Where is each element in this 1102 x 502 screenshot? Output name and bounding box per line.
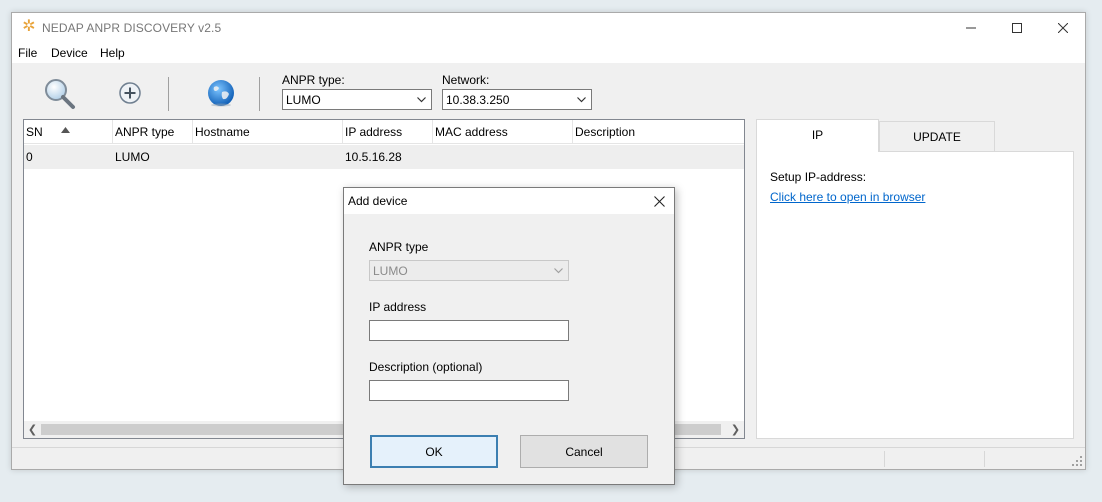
table-row[interactable]: 0 LUMO 10.5.16.28: [24, 145, 744, 169]
tab-ip[interactable]: IP: [756, 119, 879, 152]
column-header-description[interactable]: Description: [573, 120, 744, 144]
side-panel-tabs: IP UPDATE Setup IP-address: Click here t…: [756, 119, 1074, 439]
open-in-browser-link[interactable]: Click here to open in browser: [770, 190, 925, 204]
dialog-title-bar[interactable]: Add device: [344, 188, 674, 214]
dialog-anpr-type-value: LUMO: [373, 264, 408, 278]
network-value: 10.38.3.250: [446, 93, 510, 107]
anpr-type-label: ANPR type:: [282, 73, 345, 87]
add-device-button[interactable]: [112, 75, 148, 111]
ip-address-input[interactable]: [369, 320, 569, 341]
column-header-mac-address[interactable]: MAC address: [433, 120, 573, 144]
chevron-down-icon: [554, 268, 563, 274]
column-header-ip-address[interactable]: IP address: [343, 120, 433, 144]
dialog-ip-label: IP address: [369, 300, 427, 314]
ok-button[interactable]: OK: [370, 435, 498, 468]
close-icon: [1058, 23, 1068, 33]
ip-tab-panel: Setup IP-address: Click here to open in …: [756, 151, 1074, 439]
dialog-close-button[interactable]: [650, 192, 668, 210]
cell-description: [573, 145, 575, 169]
tab-update[interactable]: UPDATE: [879, 121, 995, 152]
cell-anpr-type: LUMO: [115, 150, 150, 164]
cell-sn: 0: [26, 150, 33, 164]
app-star-icon: ✲: [22, 18, 36, 35]
cell-hostname: [193, 145, 195, 169]
add-device-dialog: Add device ANPR type LUMO IP address Des…: [343, 187, 675, 485]
chevron-down-icon: [577, 97, 586, 103]
description-input[interactable]: [369, 380, 569, 401]
column-header-hostname[interactable]: Hostname: [193, 120, 343, 144]
status-separator: [984, 451, 985, 467]
minimize-button[interactable]: [948, 13, 994, 43]
menu-help[interactable]: Help: [100, 46, 125, 60]
search-button[interactable]: [41, 75, 77, 111]
status-separator: [884, 451, 885, 467]
maximize-button[interactable]: [994, 13, 1040, 43]
network-select[interactable]: 10.38.3.250: [442, 89, 592, 110]
scroll-left-icon[interactable]: ❮: [24, 421, 41, 438]
network-label: Network:: [442, 73, 490, 87]
cell-ip-address: 10.5.16.28: [345, 150, 402, 164]
list-header: SN ANPR type Hostname IP address MAC add…: [24, 120, 744, 144]
toolbar-separator: [259, 77, 260, 111]
dialog-description-label: Description (optional): [369, 360, 483, 374]
menu-bar: File Device Help: [12, 43, 1085, 63]
toolbar: ANPR type: LUMO Network: 10.38.3.250: [12, 63, 1085, 117]
menu-device[interactable]: Device: [51, 46, 88, 60]
dialog-title: Add device: [348, 194, 408, 208]
title-bar[interactable]: ✲ NEDAP ANPR DISCOVERY v2.5: [12, 13, 1085, 43]
close-button[interactable]: [1040, 13, 1086, 43]
toolbar-separator: [168, 77, 169, 111]
chevron-down-icon: [417, 97, 426, 103]
cell-mac-address: [433, 145, 435, 169]
dialog-anpr-type-select: LUMO: [369, 260, 569, 281]
anpr-type-value: LUMO: [286, 93, 321, 107]
dialog-anpr-type-label: ANPR type: [369, 240, 429, 254]
menu-file[interactable]: File: [18, 46, 37, 60]
resize-grip-icon[interactable]: [1072, 456, 1082, 466]
maximize-icon: [1012, 23, 1022, 33]
anpr-type-select[interactable]: LUMO: [282, 89, 432, 110]
column-header-anpr-type[interactable]: ANPR type: [113, 120, 193, 144]
globe-icon: [208, 80, 234, 107]
scroll-right-icon[interactable]: ❯: [727, 421, 744, 438]
minimize-icon: [966, 27, 976, 29]
search-icon: [45, 79, 75, 109]
setup-ip-label: Setup IP-address:: [770, 170, 867, 184]
close-icon: [653, 195, 665, 207]
browser-button[interactable]: [203, 75, 239, 111]
window-title: NEDAP ANPR DISCOVERY v2.5: [42, 21, 222, 35]
column-header-sn[interactable]: SN: [24, 120, 113, 144]
add-icon: [119, 82, 141, 104]
sort-ascending-icon: [61, 127, 70, 133]
cancel-button[interactable]: Cancel: [520, 435, 648, 468]
